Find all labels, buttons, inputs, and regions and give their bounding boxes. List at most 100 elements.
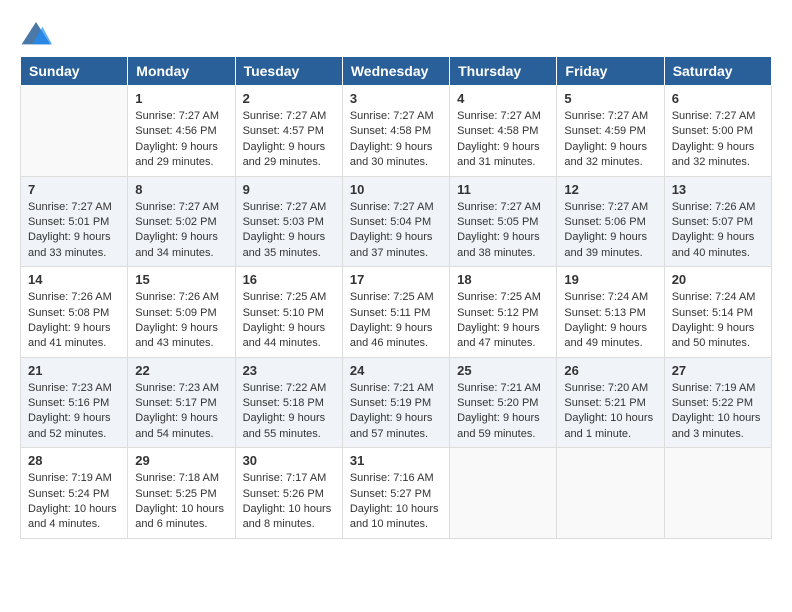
cell-info-line: Daylight: 9 hours xyxy=(350,321,442,336)
cell-info-line: Daylight: 9 hours xyxy=(135,321,227,336)
cell-info-line: and 10 minutes. xyxy=(350,517,442,532)
cell-info-line: Sunrise: 7:24 AM xyxy=(672,290,764,305)
calendar-cell: 21Sunrise: 7:23 AMSunset: 5:16 PMDayligh… xyxy=(21,357,128,448)
cell-info-line: Daylight: 9 hours xyxy=(457,411,549,426)
cell-info-line: Sunset: 5:04 PM xyxy=(350,215,442,230)
cell-info-line: Daylight: 9 hours xyxy=(564,140,656,155)
cell-info-line: and 52 minutes. xyxy=(28,427,120,442)
cell-info-line: and 30 minutes. xyxy=(350,155,442,170)
cell-info-line: Daylight: 9 hours xyxy=(350,230,442,245)
cell-info-line: Sunrise: 7:27 AM xyxy=(350,109,442,124)
cell-info-line: Sunrise: 7:25 AM xyxy=(350,290,442,305)
cell-info-line: Sunrise: 7:22 AM xyxy=(243,381,335,396)
cell-info-line: Sunset: 4:57 PM xyxy=(243,124,335,139)
header-day-saturday: Saturday xyxy=(664,57,771,86)
day-number: 9 xyxy=(243,182,335,197)
cell-info-line: Sunset: 5:08 PM xyxy=(28,306,120,321)
cell-info-line: Sunset: 4:56 PM xyxy=(135,124,227,139)
day-number: 15 xyxy=(135,272,227,287)
cell-info-line: Daylight: 9 hours xyxy=(28,411,120,426)
cell-info-line: and 33 minutes. xyxy=(28,246,120,261)
cell-info-line: Daylight: 9 hours xyxy=(672,140,764,155)
cell-info-line: and 37 minutes. xyxy=(350,246,442,261)
cell-info-line: Sunset: 5:01 PM xyxy=(28,215,120,230)
cell-info-line: Sunset: 4:59 PM xyxy=(564,124,656,139)
cell-info-line: and 40 minutes. xyxy=(672,246,764,261)
cell-info-line: and 50 minutes. xyxy=(672,336,764,351)
calendar-cell: 13Sunrise: 7:26 AMSunset: 5:07 PMDayligh… xyxy=(664,176,771,267)
calendar-cell: 28Sunrise: 7:19 AMSunset: 5:24 PMDayligh… xyxy=(21,448,128,539)
cell-info-line: Sunset: 5:14 PM xyxy=(672,306,764,321)
calendar-cell xyxy=(664,448,771,539)
cell-info-line: and 54 minutes. xyxy=(135,427,227,442)
cell-info-line: Daylight: 9 hours xyxy=(350,411,442,426)
calendar-cell: 10 Sunrise: 7:27 AMSunset: 5:04 PMDayligh… xyxy=(342,176,449,267)
cell-info-line: and 49 minutes. xyxy=(564,336,656,351)
calendar-cell: 8Sunrise: 7:27 AMSunset: 5:02 PMDaylight… xyxy=(128,176,235,267)
cell-info-line: Daylight: 10 hours xyxy=(564,411,656,426)
day-number: 8 xyxy=(135,182,227,197)
cell-info-line: Daylight: 9 hours xyxy=(243,321,335,336)
calendar-cell: 2Sunrise: 7:27 AMSunset: 4:57 PMDaylight… xyxy=(235,86,342,177)
day-number: 7 xyxy=(28,182,120,197)
calendar-cell: 22Sunrise: 7:23 AMSunset: 5:17 PMDayligh… xyxy=(128,357,235,448)
cell-info-line: Sunset: 5:19 PM xyxy=(350,396,442,411)
cell-info-line: Sunrise: 7:19 AM xyxy=(672,381,764,396)
cell-info-line: Sunrise: 7:27 AM xyxy=(350,200,442,215)
day-number: 19 xyxy=(564,272,656,287)
calendar-cell: 5 Sunrise: 7:27 AMSunset: 4:59 PMDaylight… xyxy=(557,86,664,177)
cell-info-line: Sunset: 5:27 PM xyxy=(350,487,442,502)
cell-info-line: Sunrise: 7:27 AM xyxy=(243,109,335,124)
cell-info-line: Sunrise: 7:27 AM xyxy=(564,200,656,215)
cell-info-line: Sunrise: 7:27 AM xyxy=(135,109,227,124)
cell-info-line: Sunrise: 7:27 AM xyxy=(457,200,549,215)
day-number: 1 xyxy=(135,91,227,106)
day-number: 28 xyxy=(28,453,120,468)
calendar-cell: 18Sunrise: 7:25 AMSunset: 5:12 PMDayligh… xyxy=(450,267,557,358)
day-number: 3 xyxy=(350,91,442,106)
day-number: 5 xyxy=(564,91,656,106)
cell-info-line: Daylight: 9 hours xyxy=(672,230,764,245)
cell-info-line: Sunrise: 7:26 AM xyxy=(672,200,764,215)
day-number: 29 xyxy=(135,453,227,468)
calendar-cell: 19Sunrise: 7:24 AMSunset: 5:13 PMDayligh… xyxy=(557,267,664,358)
calendar-cell: 16Sunrise: 7:25 AMSunset: 5:10 PMDayligh… xyxy=(235,267,342,358)
cell-info-line: Sunrise: 7:21 AM xyxy=(457,381,549,396)
cell-info-line: Sunrise: 7:27 AM xyxy=(564,109,656,124)
calendar-cell: 4Sunrise: 7:27 AMSunset: 4:58 PMDaylight… xyxy=(450,86,557,177)
day-number: 20 xyxy=(672,272,764,287)
calendar-cell: 9Sunrise: 7:27 AMSunset: 5:03 PMDaylight… xyxy=(235,176,342,267)
day-number: 17 xyxy=(350,272,442,287)
calendar-cell: 15Sunrise: 7:26 AMSunset: 5:09 PMDayligh… xyxy=(128,267,235,358)
cell-info-line: Sunrise: 7:21 AM xyxy=(350,381,442,396)
calendar-week-2: 7 Sunrise: 7:27 AM Sunset: 5:01 PM Daylight… xyxy=(21,176,772,267)
cell-info-line: Sunrise: 7:16 AM xyxy=(350,471,442,486)
cell-info-line: Sunrise: 7:17 AM xyxy=(243,471,335,486)
cell-info-line: Daylight: 9 hours xyxy=(350,140,442,155)
day-number: 27 xyxy=(672,363,764,378)
calendar-cell: 11Sunrise: 7:27 AMSunset: 5:05 PMDayligh… xyxy=(450,176,557,267)
cell-info-line: and 46 minutes. xyxy=(350,336,442,351)
cell-info-line: Daylight: 9 hours xyxy=(672,321,764,336)
cell-info-line: Sunset: 5:26 PM xyxy=(243,487,335,502)
cell-info-line: Sunset: 5:06 PM xyxy=(564,215,656,230)
cell-info-line: Sunrise: 7:19 AM xyxy=(28,471,120,486)
cell-info-line: Daylight: 9 hours xyxy=(135,230,227,245)
cell-info-line: and 43 minutes. xyxy=(135,336,227,351)
cell-info-line: Sunset: 5:03 PM xyxy=(243,215,335,230)
header-day-sunday: Sunday xyxy=(21,57,128,86)
cell-info-line: Daylight: 10 hours xyxy=(350,502,442,517)
day-number: 11 xyxy=(457,182,549,197)
day-number: 4 xyxy=(457,91,549,106)
cell-info-line: Sunrise: 7:24 AM xyxy=(564,290,656,305)
cell-info-line: Daylight: 9 hours xyxy=(564,321,656,336)
cell-info-line: and 38 minutes. xyxy=(457,246,549,261)
cell-info-line: Daylight: 10 hours xyxy=(243,502,335,517)
day-number: 10 xyxy=(350,182,442,197)
cell-info-line: Sunset: 5:25 PM xyxy=(135,487,227,502)
calendar-cell: 3Sunrise: 7:27 AMSunset: 4:58 PMDaylight… xyxy=(342,86,449,177)
cell-info-line: and 47 minutes. xyxy=(457,336,549,351)
calendar-cell: 30Sunrise: 7:17 AMSunset: 5:26 PMDayligh… xyxy=(235,448,342,539)
day-number: 22 xyxy=(135,363,227,378)
logo xyxy=(20,20,56,48)
